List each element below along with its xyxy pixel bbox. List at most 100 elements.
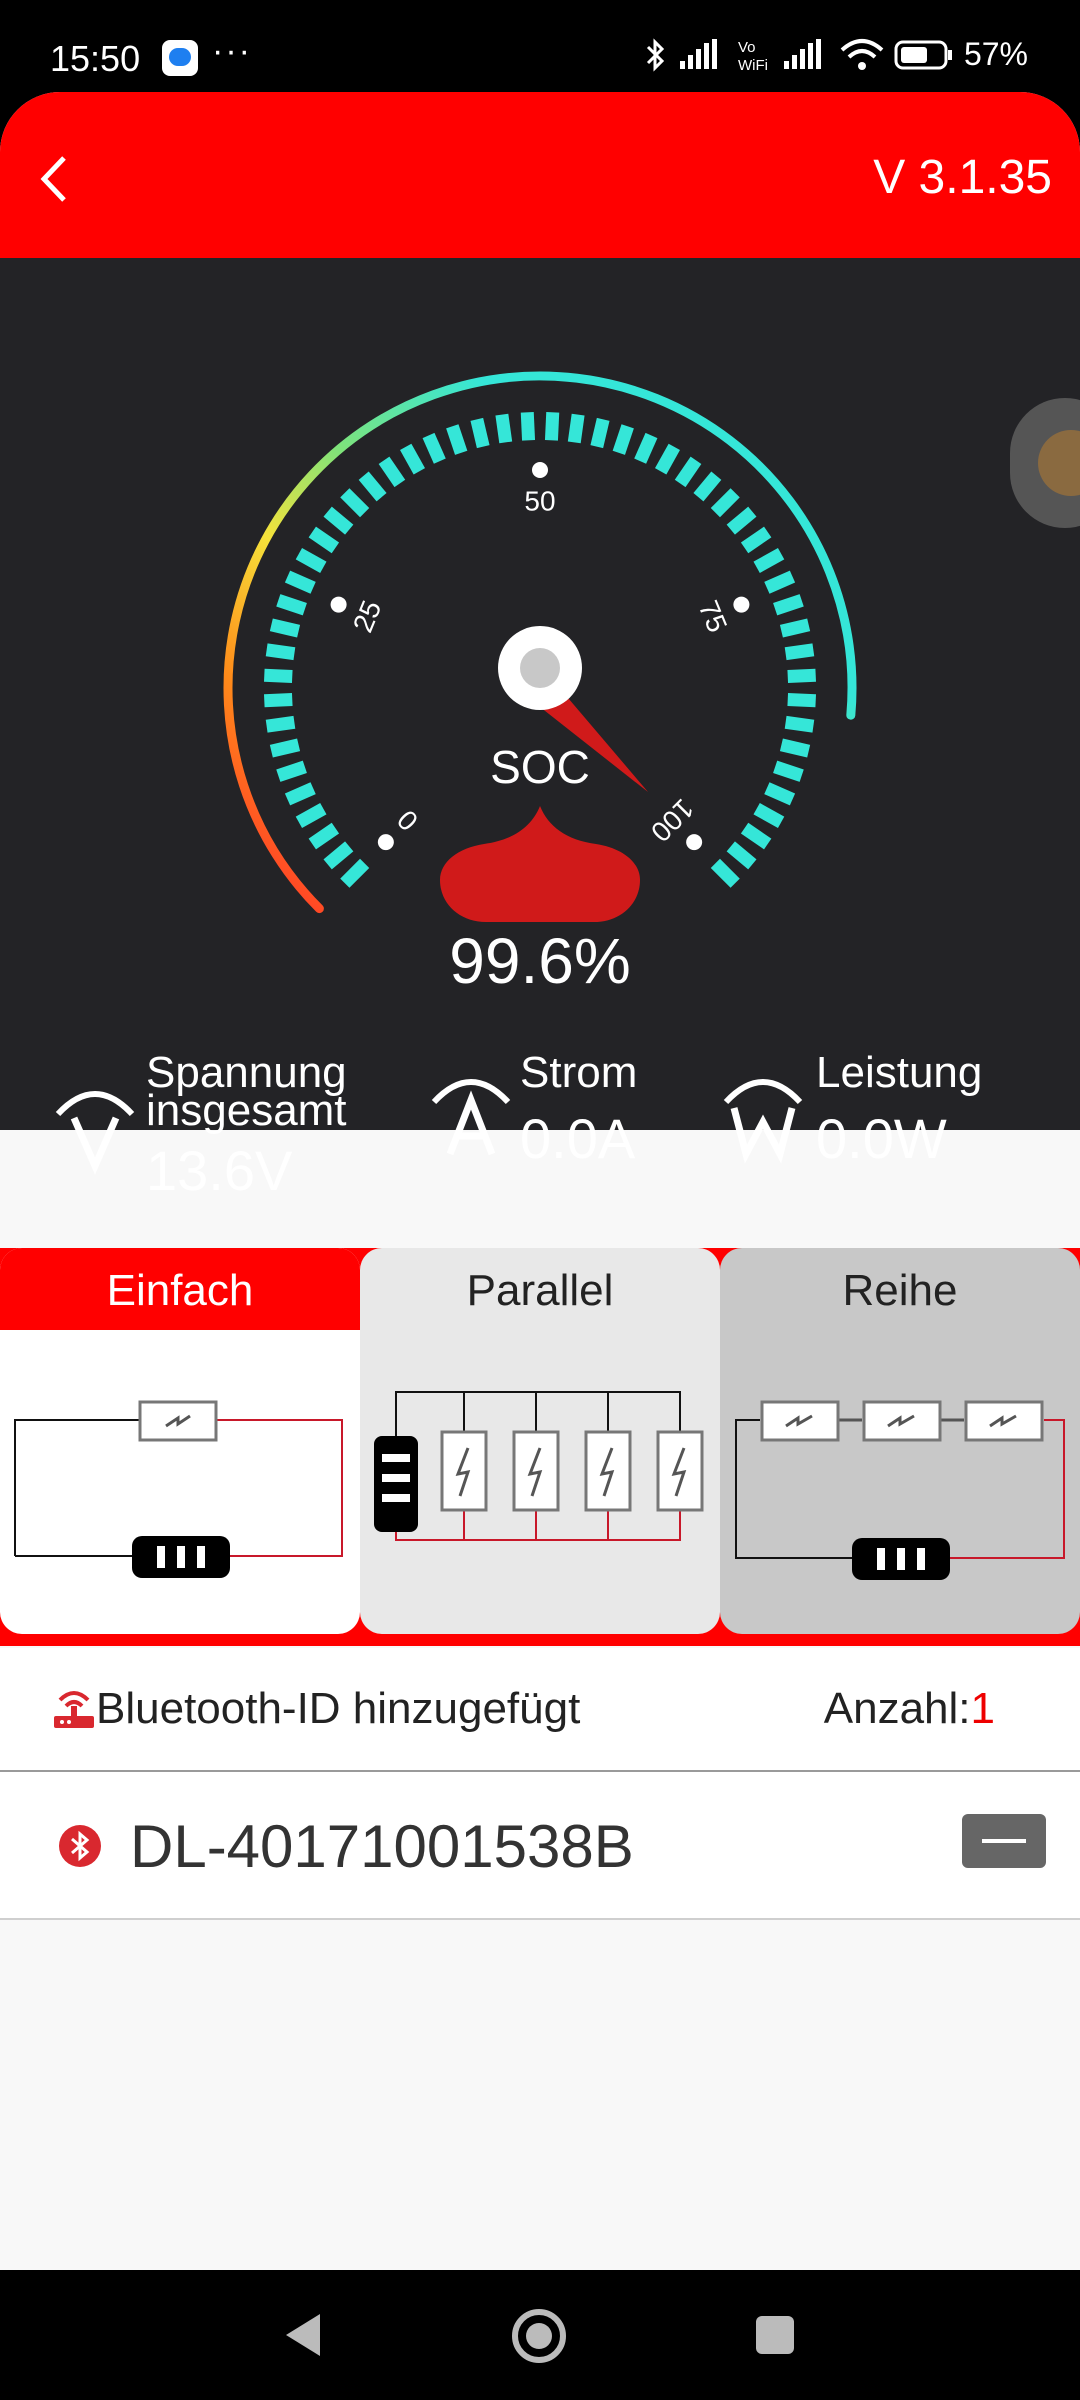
more-notifications-icon: ···	[212, 32, 252, 70]
gauge-tick-label: 50	[524, 485, 555, 516]
gauge-segment	[693, 471, 722, 502]
battery-percent: 57%	[963, 36, 1028, 72]
gauge-tick-dot	[686, 834, 703, 851]
soc-label: SOC	[490, 741, 590, 793]
current-label: Strom	[520, 1048, 638, 1097]
app-window: V 3.1.35 0 25 50 75 100 SOC 99.6% Spannu…	[0, 92, 1080, 2270]
gauge-segment	[269, 618, 301, 638]
nav-back-icon[interactable]	[280, 2310, 326, 2360]
device-count-label: Anzahl:	[823, 1684, 971, 1733]
back-button[interactable]	[30, 144, 80, 214]
vowifi-icon: VoWiFi	[738, 39, 768, 73]
remove-device-button[interactable]	[962, 1814, 1046, 1868]
battery-icon	[894, 40, 952, 69]
wifi-icon	[840, 38, 884, 70]
gauge-segment	[674, 456, 702, 488]
power-metric: Leistung 0.0W	[816, 1051, 982, 1171]
gauge-segment	[470, 417, 490, 449]
gauge-segment	[295, 548, 327, 574]
gauge-segment	[784, 643, 815, 661]
gauge-tick-label: 25	[347, 596, 388, 637]
tab-einfach[interactable]: Einfach	[0, 1248, 360, 1634]
series-battery-diagram	[735, 1400, 1065, 1580]
svg-text:Vo: Vo	[738, 39, 756, 56]
gauge-segment	[308, 822, 340, 850]
status-bar: 15:50 ··· Vo WiFi 57%	[0, 0, 1080, 90]
bluetooth-icon	[646, 37, 665, 72]
soc-value-badge	[440, 806, 640, 922]
status-icons: Vo WiFi 57%	[644, 36, 1028, 73]
current-metric: Strom 0.0A	[520, 1048, 638, 1171]
gauge-segment	[764, 570, 796, 594]
gauge-segment	[773, 760, 804, 782]
gauge-segment	[323, 841, 354, 870]
gauge-segment	[779, 618, 811, 638]
router-icon	[54, 1691, 94, 1728]
gauge-segment	[726, 506, 757, 535]
gauge-segment	[567, 413, 585, 444]
gauge-tick-dot	[377, 834, 394, 851]
bluetooth-id-title: Bluetooth-ID hinzugefügt	[96, 1684, 581, 1733]
power-value: 0.0W	[816, 1107, 947, 1170]
gauge-segment	[323, 506, 354, 535]
list-item[interactable]: DL-40171001538B	[0, 1772, 1080, 1920]
signal-2-icon	[783, 38, 821, 69]
gauge-segment	[284, 782, 316, 806]
voltage-value: 13.6V	[146, 1139, 293, 1202]
gauge-segment	[544, 411, 560, 441]
gauge-segment	[520, 411, 536, 441]
gauge-segment	[269, 738, 301, 758]
gauge-segment	[753, 802, 785, 828]
gauge-segment	[340, 858, 370, 888]
nav-home-icon[interactable]	[510, 2307, 568, 2365]
current-icon	[431, 1079, 511, 1156]
gauge-segment	[400, 443, 426, 475]
parallel-battery-diagram	[374, 1391, 704, 1541]
gauge-segment	[340, 488, 370, 518]
gauge-segment	[265, 643, 296, 661]
gauge-segment	[740, 526, 772, 554]
connection-mode-tabs: Einfach Parallel Reihe	[0, 1248, 1080, 1646]
gauge-segment	[265, 715, 296, 733]
gauge-segment	[612, 424, 634, 455]
bluetooth-id-header: Bluetooth-ID hinzugefügt Anzahl:1	[0, 1648, 1080, 1772]
gauge-segment	[779, 738, 811, 758]
gauge-segment	[422, 432, 446, 464]
gauge-segment	[446, 424, 468, 455]
signal-icon	[679, 38, 717, 69]
soc-gauge: 0255075100 SOC	[223, 371, 857, 922]
tab-reihe[interactable]: Reihe	[720, 1248, 1080, 1634]
gauge-tick-dot	[733, 596, 750, 613]
gauge-tick-label: 0	[391, 804, 424, 837]
single-battery-diagram	[14, 1400, 343, 1578]
gauge-segment	[590, 417, 610, 449]
dashboard: 0 25 50 75 100 SOC 99.6% Spannung insgesamt …	[0, 258, 1080, 1202]
gauge-segment	[276, 760, 307, 782]
gauge-segment	[276, 594, 307, 616]
voltage-metric: Spannung insgesamt 13.6V	[146, 1051, 347, 1203]
soc-value: 99.6%	[449, 925, 631, 997]
version-label: V 3.1.35	[873, 151, 1052, 204]
gauge-segment	[740, 822, 772, 850]
voltage-label-2: insgesamt	[146, 1086, 347, 1135]
gauge-tick-dot	[532, 462, 548, 478]
gauge-segment	[773, 594, 804, 616]
gauge-segment	[263, 692, 293, 708]
tab-parallel[interactable]: Parallel	[360, 1248, 720, 1634]
gauge-tick-label: 75	[693, 596, 734, 637]
gauge-segment	[263, 668, 293, 684]
gauge-segment	[753, 548, 785, 574]
bluetooth-icon	[59, 1825, 101, 1867]
nav-recents-icon[interactable]	[754, 2314, 796, 2356]
gauge-segment	[495, 413, 513, 444]
svg-text:WiFi: WiFi	[738, 57, 768, 73]
gauge-segment	[710, 858, 740, 888]
gauge-segment	[284, 570, 316, 594]
gauge-segment	[634, 432, 658, 464]
power-icon	[723, 1079, 803, 1164]
gauge-segment	[787, 692, 817, 708]
gauge-segment	[726, 841, 757, 870]
gauge-segment	[308, 526, 340, 554]
device-count-value: 1	[970, 1684, 995, 1733]
gauge-segment	[358, 471, 387, 502]
